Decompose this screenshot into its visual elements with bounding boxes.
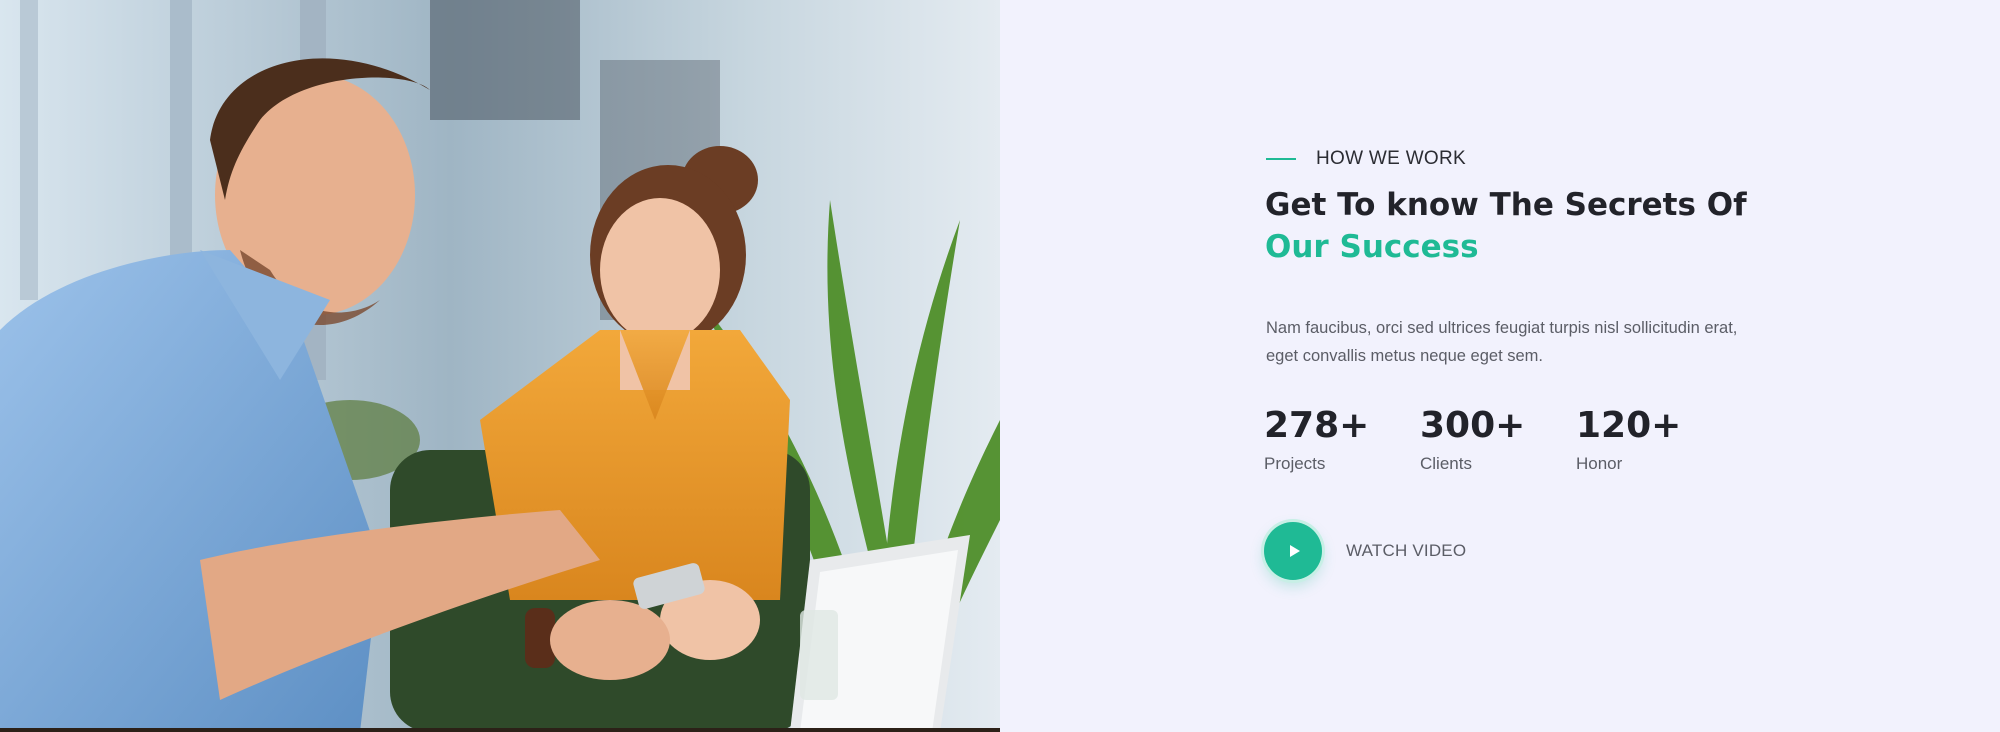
- stat-clients: 300+ Clients: [1420, 402, 1525, 476]
- stat-honor: 120+ Honor: [1576, 402, 1681, 476]
- heading-line: Get To know The Secrets Of: [1265, 187, 1747, 223]
- eyebrow-line: [1266, 158, 1296, 160]
- stat-projects: 278+ Projects: [1264, 402, 1369, 476]
- eyebrow-text: HOW WE WORK: [1316, 148, 1467, 169]
- stat-value: 120+: [1576, 405, 1682, 446]
- play-video-button[interactable]: [1264, 522, 1322, 580]
- hero-photo: [0, 0, 1000, 732]
- heading-accent: Our Success: [1265, 229, 1479, 265]
- stat-label: Projects: [1264, 454, 1326, 473]
- watch-video-row: WATCH VIDEO: [1264, 522, 1466, 580]
- stat-label: Clients: [1420, 454, 1472, 473]
- hero-photo-illustration: [0, 0, 1000, 732]
- stat-label: Honor: [1576, 454, 1623, 473]
- section-eyebrow: HOW WE WORK: [1266, 148, 1467, 169]
- stat-value: 300+: [1420, 405, 1526, 446]
- section-heading: Get To know The Secrets Of Our Success: [1265, 184, 1747, 268]
- stat-value: 278+: [1264, 405, 1370, 446]
- watch-video-link[interactable]: WATCH VIDEO: [1346, 541, 1466, 561]
- section-description: Nam faucibus, orci sed ultrices feugiat …: [1266, 319, 1738, 365]
- how-we-work-section: HOW WE WORK Get To know The Secrets Of O…: [1000, 0, 2000, 732]
- play-icon: [1289, 545, 1300, 557]
